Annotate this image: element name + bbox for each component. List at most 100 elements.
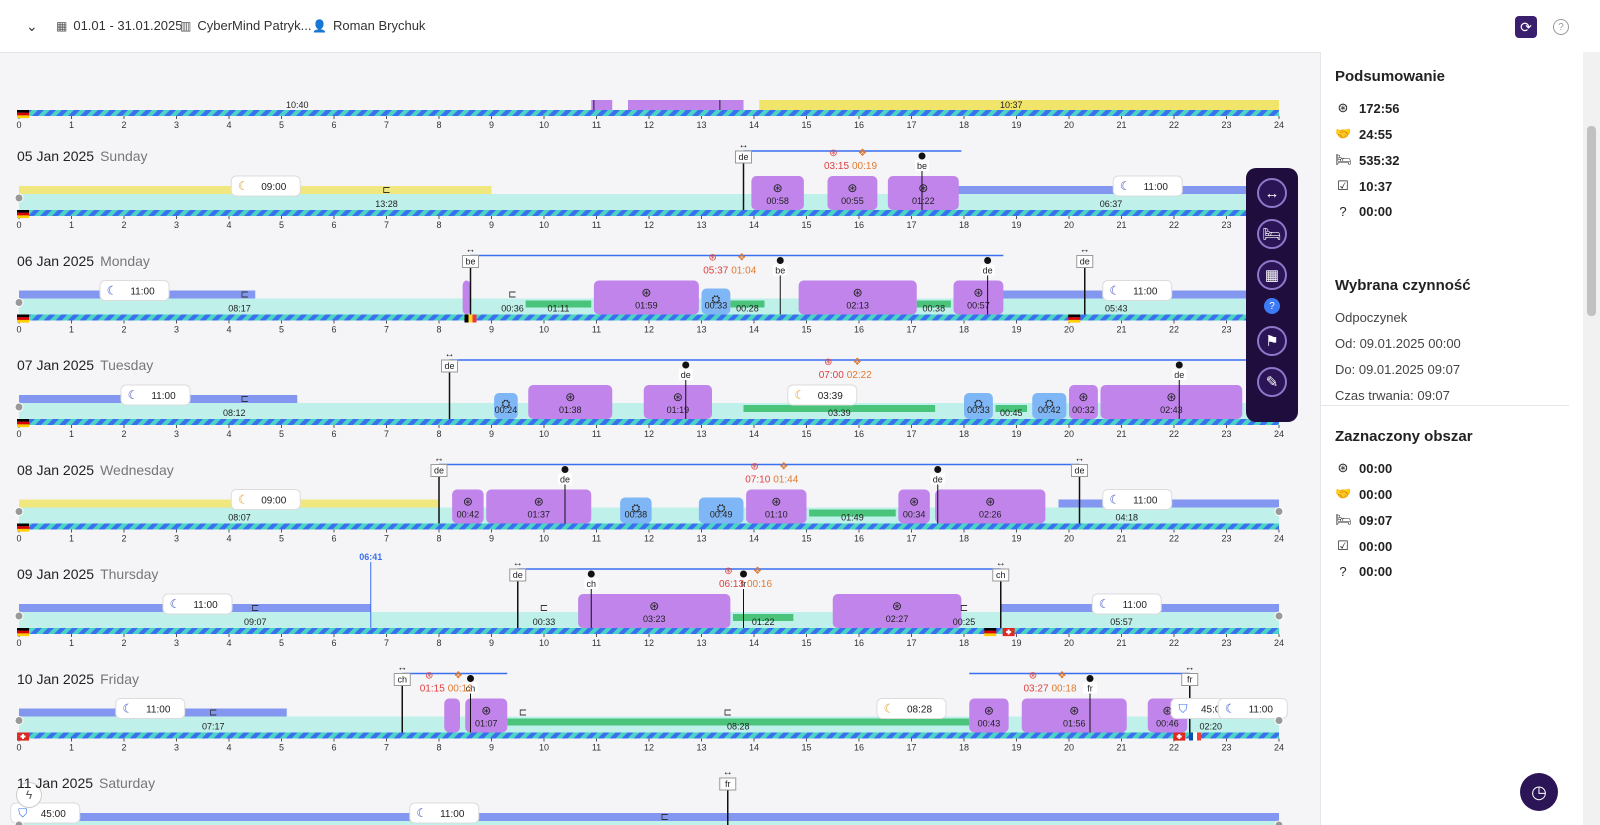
drive-label: 00:38 — [625, 510, 648, 520]
driver-filter[interactable]: 👤 Roman Brychuk — [312, 18, 425, 33]
availability-label: 01:49 — [841, 513, 864, 523]
hour-label: 11 — [592, 220, 601, 230]
bed-icon: ⊏ — [540, 603, 548, 614]
hour-label: 21 — [1116, 534, 1126, 544]
flag-stripe — [1068, 317, 1081, 320]
day-date: 08 Jan 2025 — [17, 461, 95, 478]
steering-wheel-icon: ⊛ — [565, 390, 575, 404]
drive-label: 00:33 — [967, 405, 990, 415]
question-icon: ? — [1339, 204, 1347, 219]
steering-wheel-icon: ⊛ — [1337, 100, 1349, 115]
company-filter[interactable]: ▥ CyberMind Patryk... — [180, 18, 312, 33]
hour-label: 21 — [1116, 429, 1126, 439]
day-weekday: Wednesday — [100, 461, 174, 478]
hour-label: 9 — [489, 429, 494, 439]
hour-label: 15 — [801, 429, 811, 439]
hour-label: 13 — [696, 220, 706, 230]
hour-label: 23 — [1221, 220, 1231, 230]
day-date: 05 Jan 2025 — [17, 148, 95, 164]
hour-label: 19 — [1011, 220, 1021, 230]
edit-tool-button[interactable]: ✎ — [1257, 367, 1287, 397]
calendar-tool-button[interactable]: ▦ — [1257, 260, 1287, 290]
hour-label: 8 — [436, 534, 441, 544]
selected-from: Od: 09.01.2025 00:00 — [1335, 336, 1461, 351]
arrows-horizontal-icon: ↔ — [996, 558, 1006, 569]
hour-label: 11 — [592, 534, 601, 544]
hour-label: 17 — [906, 120, 916, 130]
pencil-icon: ✎ — [1265, 374, 1279, 391]
date-range-filter[interactable]: ▦ 01.01 - 31.01.2025 — [56, 18, 183, 33]
hour-label: 5 — [279, 220, 284, 230]
hour-label: 14 — [749, 534, 759, 544]
flag-stripe — [17, 112, 29, 116]
hour-label: 8 — [436, 429, 441, 439]
scrollbar-thumb[interactable] — [1587, 126, 1596, 316]
help-icon[interactable]: ? — [1553, 19, 1569, 35]
work-block — [591, 100, 613, 110]
day-date: 09 Jan 2025 — [17, 566, 95, 582]
flag-tool-button[interactable]: ⚑ — [1257, 326, 1287, 356]
hour-label: 19 — [1011, 429, 1021, 439]
refresh-button[interactable]: ⟳ — [1515, 16, 1537, 38]
total-drive-label: 07:10 — [745, 475, 770, 486]
rest-tool-button[interactable]: 🛏 — [1257, 219, 1287, 249]
hour-label: 11 — [592, 638, 601, 648]
day-date: 06 Jan 2025 — [17, 252, 95, 269]
hour-label: 3 — [174, 220, 179, 230]
steering-wheel-icon: ⊛ — [1166, 390, 1176, 404]
hour-label: 2 — [121, 638, 126, 648]
collapse-chevron-icon[interactable]: ⌄ — [26, 18, 38, 35]
hour-label: 16 — [854, 743, 864, 753]
badge-text: 45:00 — [41, 809, 66, 820]
steering-wheel-icon: ⊛ — [973, 286, 983, 300]
hour-label: 24 — [1274, 743, 1284, 753]
flag-stripe — [17, 210, 29, 213]
hour-label: 19 — [1011, 534, 1021, 544]
bottom-duration-label: 05:43 — [1105, 304, 1128, 314]
drag-handle — [1274, 611, 1284, 621]
bottom-duration-label: 07:17 — [202, 722, 225, 732]
badge-text: 11:00 — [1123, 600, 1148, 611]
day-title: 08 Jan 2025 Wednesday — [17, 462, 174, 478]
rest-period-band — [19, 499, 439, 508]
tool-help-badge[interactable]: ? — [1264, 298, 1280, 314]
steering-wheel-icon: ⊛ — [909, 495, 919, 509]
hour-label: 15 — [801, 220, 811, 230]
hour-label: 8 — [436, 325, 441, 335]
arrows-horizontal-icon: ↔ — [466, 245, 476, 256]
country-code: fr — [1187, 675, 1193, 685]
steering-wheel-icon: ⊛ — [773, 181, 783, 195]
steering-wheel-icon: ⊛ — [847, 181, 857, 195]
hour-label: 9 — [489, 638, 494, 648]
drag-handle — [1274, 716, 1284, 725]
pin-country-code: de — [1174, 370, 1184, 380]
summary-drive-value: 172:56 — [1359, 100, 1400, 116]
country-code: be — [465, 257, 475, 267]
hour-label: 23 — [1221, 743, 1231, 753]
stretch-tool-button[interactable]: ↔ — [1257, 178, 1287, 208]
hour-label: 24 — [1274, 429, 1284, 439]
hour-label: 17 — [906, 220, 916, 230]
hour-label: 9 — [489, 220, 494, 230]
hour-label: 12 — [644, 638, 654, 648]
hour-label: 10 — [539, 534, 549, 544]
hour-label: 14 — [749, 429, 759, 439]
arrows-horizontal-icon: ↔ — [434, 454, 444, 465]
timeline-svg[interactable]: 10:40 10:370 1 2 3 4 5 6 7 8 9 10 11 12 13 14 15 16 17 18 19… — [0, 52, 1320, 825]
hour-label: 1 — [69, 429, 74, 439]
history-fab-button[interactable]: ◷ — [1520, 773, 1558, 811]
day-title: 09 Jan 2025 Thursday — [17, 566, 158, 582]
calendar-icon: ▦ — [56, 18, 68, 33]
badge-text: 11:00 — [130, 287, 155, 298]
pin-country-code: fr — [1087, 684, 1093, 694]
hour-label: 11 — [592, 120, 601, 130]
flag-stripe — [17, 317, 29, 320]
steering-wheel-icon: ⊛ — [771, 495, 781, 509]
total-drive-label: 03:15 — [824, 161, 849, 172]
vertical-scrollbar[interactable] — [1583, 52, 1600, 825]
question-icon: ? — [1339, 564, 1347, 579]
sun-icon: ☾ — [238, 179, 249, 193]
flag-stripe — [468, 314, 473, 323]
flag-de — [1068, 314, 1081, 323]
flag-stripe — [17, 115, 29, 119]
